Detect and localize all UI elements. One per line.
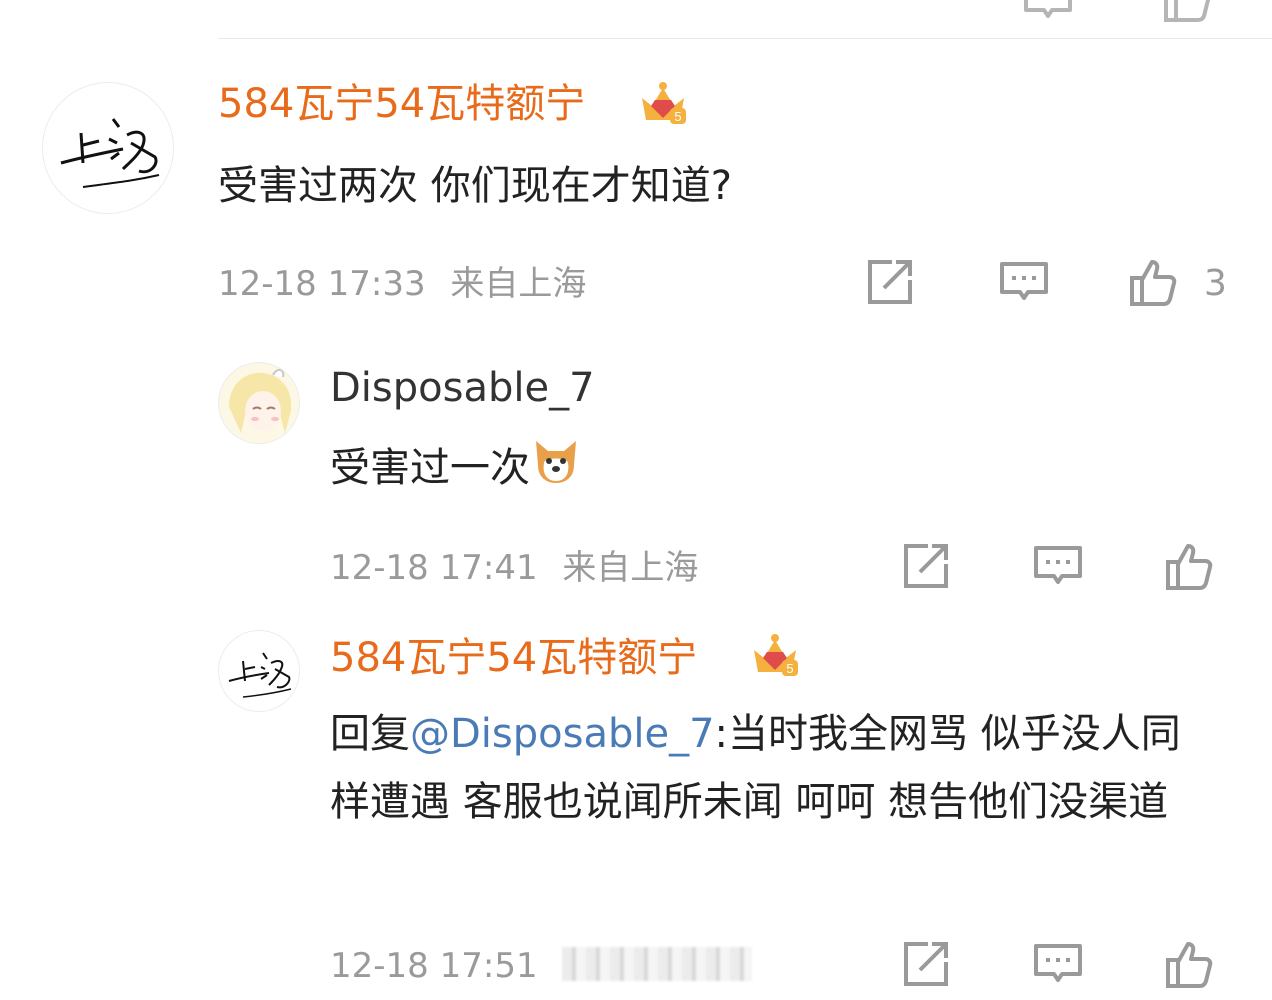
share-icon[interactable] <box>898 538 954 594</box>
mention-link[interactable]: @Disposable_7 <box>410 711 715 757</box>
avatar[interactable] <box>218 630 300 712</box>
reply-text: 回复@Disposable_7:当时我全网骂 似乎没人同样遭遇 客服也说闻所未闻… <box>330 700 1210 836</box>
share-icon[interactable] <box>862 254 918 310</box>
timestamp: 12-18 17:33 <box>218 264 426 304</box>
timestamp: 12-18 17:51 <box>330 946 538 986</box>
reply-prefix: 回复 <box>330 711 410 757</box>
svg-text:5: 5 <box>786 661 793 676</box>
comment-icon[interactable] <box>1030 936 1086 992</box>
location-blurred <box>562 947 753 981</box>
avatar[interactable] <box>42 82 174 214</box>
username[interactable]: 584瓦宁54瓦特额宁 <box>330 634 697 682</box>
comment-text: 受害过两次 你们现在才知道? <box>218 163 732 209</box>
thumbs-up-icon[interactable] <box>1126 254 1182 310</box>
thumbs-up-icon[interactable] <box>1162 936 1218 992</box>
location: 来自上海 <box>562 548 699 588</box>
username[interactable]: 584瓦宁54瓦特额宁 <box>218 80 585 128</box>
thumbs-up-icon[interactable] <box>1160 0 1216 32</box>
comment-icon[interactable] <box>1020 0 1076 32</box>
avatar[interactable] <box>218 362 300 444</box>
comment-icon[interactable] <box>996 254 1052 310</box>
reply-text-line: 受害过一次 <box>330 434 582 508</box>
share-icon[interactable] <box>898 936 954 992</box>
handwriting-avatar-icon <box>228 652 292 698</box>
thumbs-up-icon[interactable] <box>1162 538 1218 594</box>
reply-text: 受害过一次 <box>330 445 530 491</box>
comment-icon[interactable] <box>1030 538 1086 594</box>
username[interactable]: Disposable_7 <box>330 364 595 412</box>
svg-text:5: 5 <box>674 109 681 124</box>
divider <box>218 38 1272 39</box>
handwriting-avatar-icon <box>60 118 160 188</box>
location: 来自上海 <box>450 264 587 304</box>
timestamp: 12-18 17:41 <box>330 548 538 588</box>
like-count: 3 <box>1204 263 1227 304</box>
dog-emoji-icon <box>530 435 582 508</box>
anime-girl-avatar-icon <box>220 364 299 443</box>
crown-level-5-icon: 5 <box>636 76 690 134</box>
crown-level-5-icon: 5 <box>748 628 802 686</box>
